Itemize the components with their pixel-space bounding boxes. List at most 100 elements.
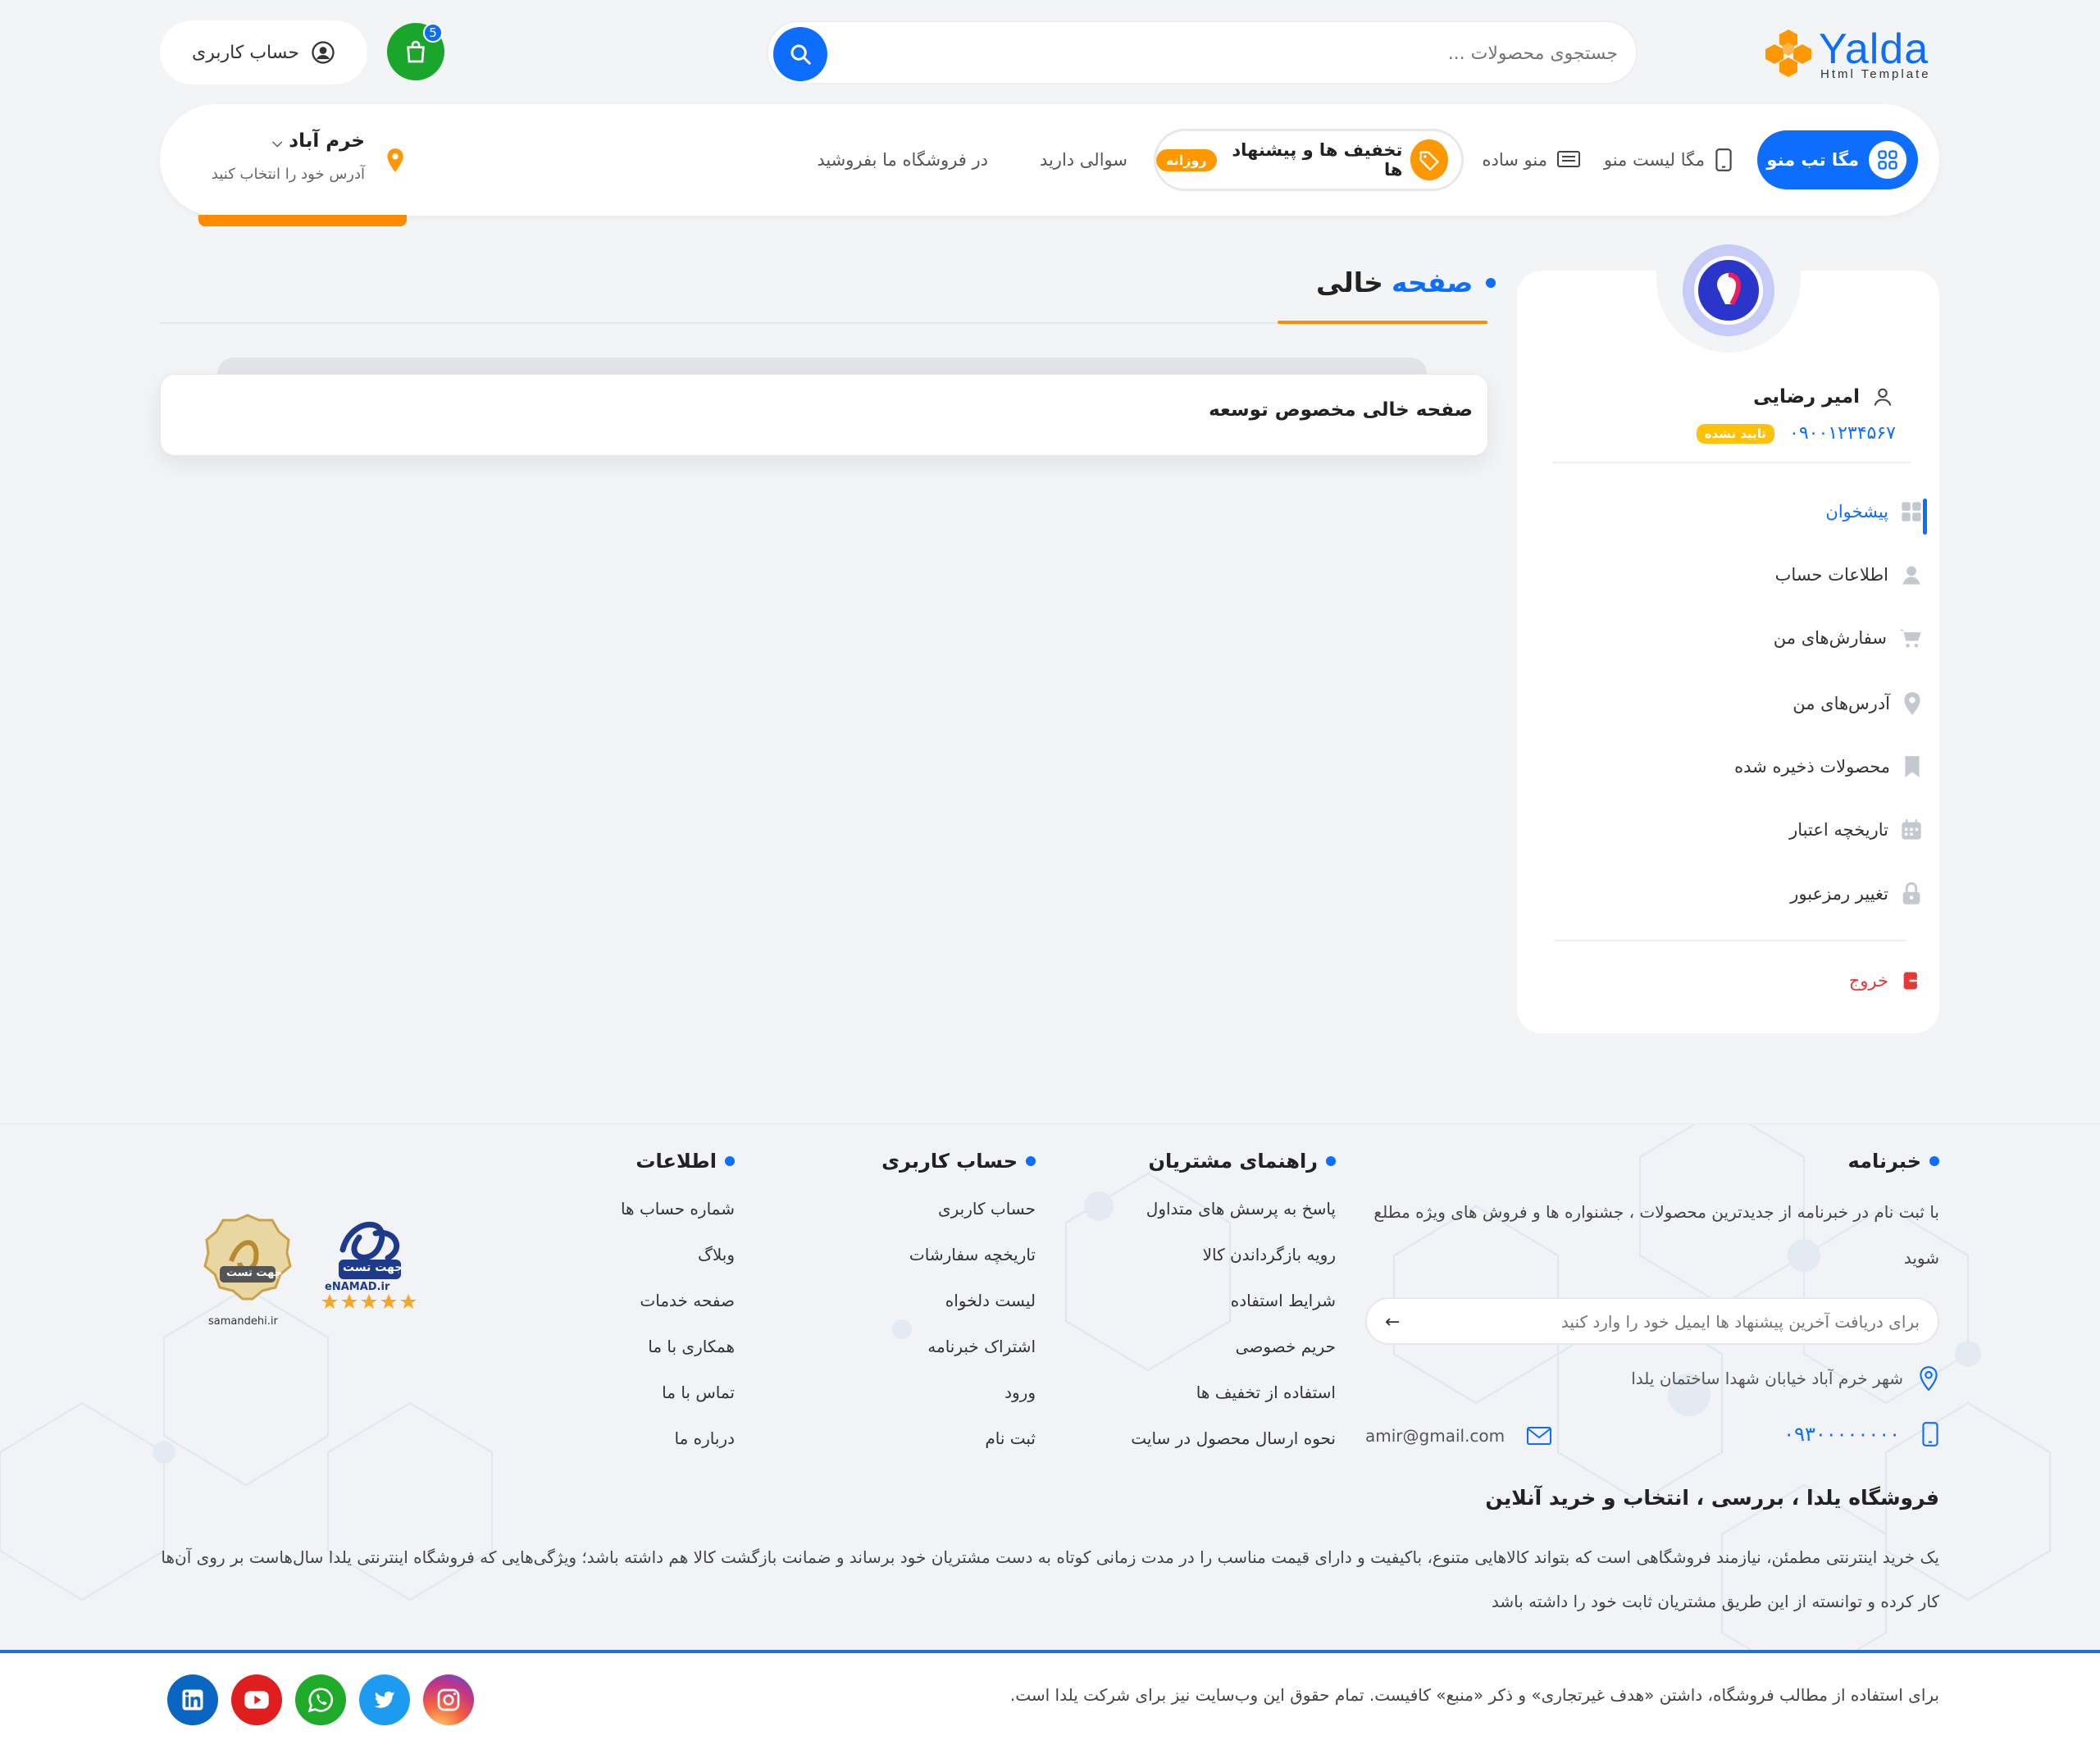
location-icon <box>1904 692 1920 715</box>
footer-address: شهر خرم آباد خیابان شهدا ساختمان یلدا <box>1631 1365 1939 1392</box>
simple-menu[interactable]: منو ساده <box>1483 104 1582 216</box>
location-selector[interactable]: خرم آباد ⌵ آدرس خود را انتخاب کنید <box>209 129 406 194</box>
mail-icon <box>1527 1427 1552 1445</box>
logo-subtitle: Html Template <box>1820 67 1931 81</box>
samandehi-label: جهت تست <box>226 1267 283 1279</box>
twitter-icon <box>374 1691 395 1708</box>
footer-link-account[interactable]: حساب کاربری <box>938 1199 1036 1219</box>
heading-dot <box>1026 1156 1036 1166</box>
newsletter-title: خبرنامه <box>1847 1150 1921 1173</box>
profile-person-icon <box>1717 272 1742 306</box>
page-title: صفحه خالی <box>1316 267 1496 298</box>
chevron-down-icon: ⌵ <box>272 134 283 150</box>
logout-button[interactable]: خروج <box>1849 969 1923 992</box>
sell-label: در فروشگاه ما بفروشید <box>817 150 988 170</box>
user-circle-icon <box>312 41 335 64</box>
question-link[interactable]: سوالی دارید <box>1040 104 1127 216</box>
youtube-button[interactable] <box>231 1674 282 1725</box>
sidebar-item-change-password[interactable]: تغییر رمزعبور <box>1790 882 1923 906</box>
search-bar <box>767 21 1638 84</box>
sidebar-item-addresses[interactable]: آدرس‌های من <box>1793 690 1923 717</box>
footer-link-register[interactable]: ثبت نام <box>985 1428 1036 1448</box>
mega-list-menu[interactable]: مگا لیست منو <box>1604 104 1734 216</box>
newsletter-heading: خبرنامه <box>1848 1150 1939 1173</box>
footer-link-careers[interactable]: همکاری با ما <box>648 1337 735 1356</box>
logo-text: Yalda <box>1819 25 1929 73</box>
enamad-sub: eNAMAD.ir <box>325 1281 390 1293</box>
enamad-badge[interactable]: جهت تست eNAMAD.ir <box>318 1209 423 1332</box>
footer-link-privacy[interactable]: حریم خصوصی <box>1236 1337 1336 1356</box>
active-indicator <box>1923 499 1927 535</box>
account-button[interactable]: حساب کاربری <box>160 21 367 84</box>
footer-link-wishlist[interactable]: لیست دلخواه <box>945 1291 1036 1310</box>
footer-link-returns[interactable]: رویه بازگرداندن کالا <box>1203 1245 1336 1264</box>
city-label: خرم آباد ⌵ <box>272 130 365 152</box>
sidebar-item-orders[interactable]: سفارش‌های من <box>1774 626 1923 649</box>
search-input[interactable] <box>881 34 1619 73</box>
card-text: صفحه خالی مخصوص توسعه <box>1209 399 1473 421</box>
orange-accent-bar <box>198 215 407 226</box>
linkedin-button[interactable] <box>167 1674 218 1725</box>
account-label: حساب کاربری <box>192 42 299 63</box>
search-icon <box>790 44 811 65</box>
instagram-button[interactable] <box>423 1674 474 1725</box>
cart-button[interactable]: 5 <box>387 23 444 80</box>
sidebar-item-dashboard[interactable]: پیشخوان <box>1825 500 1923 523</box>
search-button[interactable] <box>773 27 827 81</box>
footer-link-discounts[interactable]: استفاده از تخفیف ها <box>1196 1383 1336 1402</box>
youtube-icon <box>244 1691 269 1709</box>
sidebar-item-label: اطلاعات حساب <box>1774 565 1888 585</box>
main-navbar: مگا تب منو مگا لیست منو منو ساده تخفیف ه… <box>160 104 1939 216</box>
dashboard-icon <box>1902 502 1921 522</box>
footer-link-terms[interactable]: شرایط استفاده <box>1231 1291 1336 1310</box>
phone-number: ۰۹۳۰۰۰۰۰۰۰۰ <box>1783 1423 1900 1446</box>
newsletter-text: با ثبت نام در خبرنامه از جدیدترین محصولا… <box>1373 1202 1939 1268</box>
footer-link-about[interactable]: درباره ما <box>674 1428 735 1448</box>
sidebar-item-label: تغییر رمزعبور <box>1790 884 1888 904</box>
twitter-button[interactable] <box>359 1674 410 1725</box>
footer-link-faq[interactable]: پاسخ به پرسش های متداول <box>1146 1199 1336 1219</box>
sell-link[interactable]: در فروشگاه ما بفروشید <box>817 104 988 216</box>
whatsapp-button[interactable] <box>295 1674 346 1725</box>
user-name-row: امیر رضایی <box>1753 385 1894 408</box>
page-title-blue: صفحه <box>1391 267 1474 298</box>
footer-link-accounts[interactable]: شماره حساب ها <box>621 1199 735 1219</box>
about-title: فروشگاه یلدا ، بررسی ، انتخاب و خرید آنل… <box>1485 1486 1939 1510</box>
cart-icon <box>1899 629 1921 648</box>
sidebar-divider <box>1554 940 1906 941</box>
newsletter-email-input[interactable] <box>1413 1307 1921 1337</box>
calendar-icon <box>1902 819 1921 840</box>
footer-link-services[interactable]: صفحه خدمات <box>640 1291 735 1310</box>
title-accent-line <box>1278 321 1487 324</box>
site-logo[interactable]: Yalda Html Template <box>1763 25 1935 86</box>
samandehi-badge[interactable]: جهت تست samandehi.ir <box>202 1212 294 1332</box>
tablet-icon <box>1715 148 1732 171</box>
sidebar-item-label: پیشخوان <box>1825 502 1888 522</box>
about-text: یک خرید اینترنتی مطمئن، نیازمند فروشگاهی… <box>161 1547 1939 1611</box>
footer-link-newsletter[interactable]: اشتراک خبرنامه <box>927 1337 1036 1356</box>
arrow-left-icon[interactable]: ← <box>1385 1312 1400 1333</box>
content-card: صفحه خالی مخصوص توسعه <box>160 374 1488 456</box>
account-heading: حساب کاربری <box>881 1150 1036 1173</box>
sidebar-item-account-info[interactable]: اطلاعات حساب <box>1775 563 1923 586</box>
mega-tab-menu-button[interactable]: مگا تب منو <box>1757 130 1918 189</box>
copyright-text: برای استفاده از مطالب فروشگاه، داشتن «هد… <box>1009 1685 1939 1705</box>
user-outline-icon <box>1874 388 1892 406</box>
footer-link-login[interactable]: ورود <box>1004 1383 1036 1402</box>
footer-link-contact[interactable]: تماس با ما <box>662 1383 735 1402</box>
footer-link-order-history[interactable]: تاریخچه سفارشات <box>909 1245 1036 1264</box>
user-phone: ۰۹۰۰۱۲۳۴۵۶۷ <box>1789 423 1896 444</box>
grid-icon <box>1869 141 1906 179</box>
linkedin-icon <box>182 1689 203 1711</box>
daily-offers-button[interactable]: تخفیف ها و پیشنهاد ها روزانه <box>1154 129 1464 191</box>
daily-badge: روزانه <box>1156 148 1217 171</box>
sidebar-item-saved-products[interactable]: محصولات ذخیره شده <box>1734 754 1923 779</box>
footer-link-blog[interactable]: وبلاگ <box>698 1245 735 1264</box>
user-phone-row: ۰۹۰۰۱۲۳۴۵۶۷ تایید نشده <box>1696 423 1896 444</box>
user-name: امیر رضایی <box>1753 386 1860 408</box>
footer-link-shipping[interactable]: نحوه ارسال محصول در سایت <box>1131 1428 1336 1448</box>
newsletter-form: ← <box>1365 1297 1939 1345</box>
user-icon <box>1902 566 1920 585</box>
sidebar-item-credit-history[interactable]: تاریخچه اعتبار <box>1789 818 1923 841</box>
logo-hex-icon <box>1765 30 1811 77</box>
